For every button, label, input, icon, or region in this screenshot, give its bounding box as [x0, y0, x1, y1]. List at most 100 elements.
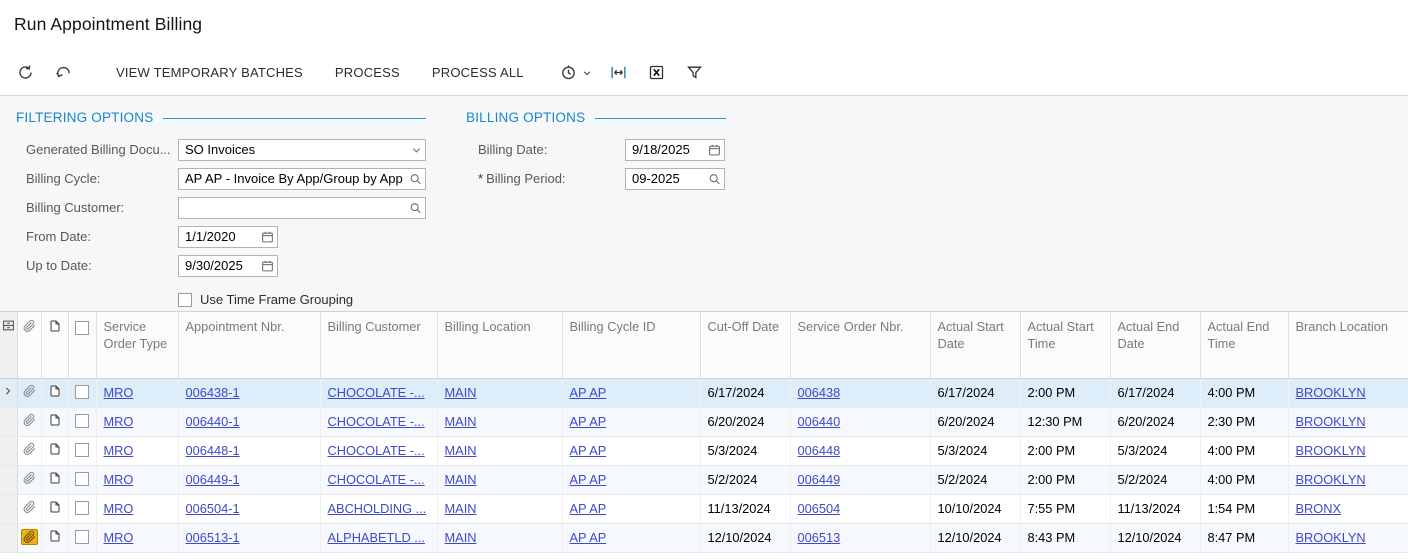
column-header-service_order_nbr[interactable]: Service Order Nbr.: [790, 312, 931, 379]
refresh-button[interactable]: [8, 57, 42, 89]
billing-cycle-input[interactable]: AP AP - Invoice By App/Group by App: [178, 167, 426, 190]
branch_location-link[interactable]: BROOKLYN: [1296, 530, 1366, 545]
process-all-button[interactable]: PROCESS ALL: [416, 57, 540, 88]
column-header-actual_start_date[interactable]: Actual Start Date: [930, 312, 1021, 379]
generated-billing-documents-dropdown[interactable]: SO Invoices: [178, 138, 426, 161]
billing_cycle_id-link[interactable]: AP AP: [570, 501, 607, 516]
note-icon[interactable]: [49, 501, 61, 517]
billing_customer-link[interactable]: ALPHABETLD ...: [328, 530, 425, 545]
service_order_type-link[interactable]: MRO: [104, 385, 134, 400]
paperclip-icon[interactable]: [23, 413, 36, 430]
use-time-frame-grouping-checkbox[interactable]: [178, 292, 192, 307]
branch_location-link[interactable]: BROOKLYN: [1296, 443, 1366, 458]
grid-tools-icon[interactable]: [0, 312, 18, 379]
filter-settings-button[interactable]: [678, 57, 712, 89]
billing_location-link[interactable]: MAIN: [445, 501, 477, 516]
column-header-billing_location[interactable]: Billing Location: [437, 312, 563, 379]
column-header-billing_cycle_id[interactable]: Billing Cycle ID: [562, 312, 701, 379]
service_order_nbr-link[interactable]: 006513: [798, 530, 841, 545]
service_order_nbr-link[interactable]: 006504: [798, 501, 841, 516]
from-date-input[interactable]: 1/1/2020: [178, 225, 278, 248]
billing_location-link[interactable]: MAIN: [445, 443, 477, 458]
undo-button[interactable]: [46, 57, 80, 89]
notes-column-header[interactable]: [41, 312, 69, 379]
billing-date-input[interactable]: 9/18/2025: [625, 138, 725, 161]
billing_customer-link[interactable]: ABCHOLDING ...: [328, 501, 427, 516]
search-icon[interactable]: [409, 201, 422, 214]
search-icon[interactable]: [409, 172, 422, 185]
branch_location-link[interactable]: BROOKLYN: [1296, 385, 1366, 400]
billing-customer-input[interactable]: [178, 196, 426, 219]
billing_customer-link[interactable]: CHOCOLATE -...: [328, 443, 425, 458]
calendar-icon[interactable]: [261, 259, 274, 272]
billing_location-link[interactable]: MAIN: [445, 385, 477, 400]
service_order_nbr-link[interactable]: 006440: [798, 414, 841, 429]
billing_location-link[interactable]: MAIN: [445, 414, 477, 429]
service_order_type-link[interactable]: MRO: [104, 443, 134, 458]
appointment_nbr-link[interactable]: 006438-1: [186, 385, 240, 400]
column-header-billing_customer[interactable]: Billing Customer: [320, 312, 438, 379]
appointment_nbr-link[interactable]: 006513-1: [186, 530, 240, 545]
paperclip-icon[interactable]: [23, 471, 36, 488]
row-checkbox[interactable]: [75, 501, 89, 515]
note-icon[interactable]: [49, 530, 61, 546]
row-checkbox[interactable]: [75, 530, 89, 544]
note-icon[interactable]: [49, 385, 61, 401]
service_order_nbr-link[interactable]: 006449: [798, 472, 841, 487]
search-icon[interactable]: [708, 172, 721, 185]
appointment_nbr-link[interactable]: 006440-1: [186, 414, 240, 429]
billing_customer-link[interactable]: CHOCOLATE -...: [328, 472, 425, 487]
paperclip-icon[interactable]: [23, 442, 36, 459]
billing_location-link[interactable]: MAIN: [445, 472, 477, 487]
calendar-icon[interactable]: [708, 143, 721, 156]
branch_location-link[interactable]: BROOKLYN: [1296, 414, 1366, 429]
appointment_nbr-link[interactable]: 006449-1: [186, 472, 240, 487]
column-header-cut_off_date[interactable]: Cut-Off Date: [700, 312, 791, 379]
paperclip-icon[interactable]: [20, 528, 38, 545]
paperclip-icon[interactable]: [23, 500, 36, 517]
billing_location-link[interactable]: MAIN: [445, 530, 477, 545]
note-icon[interactable]: [49, 472, 61, 488]
service_order_nbr-link[interactable]: 006448: [798, 443, 841, 458]
row-checkbox[interactable]: [75, 443, 89, 457]
billing_cycle_id-link[interactable]: AP AP: [570, 530, 607, 545]
column-header-actual_end_date[interactable]: Actual End Date: [1110, 312, 1201, 379]
select-all-checkbox[interactable]: [75, 321, 89, 335]
schedule-menu-button[interactable]: [554, 57, 598, 89]
service_order_nbr-link[interactable]: 006438: [798, 385, 841, 400]
branch_location-link[interactable]: BRONX: [1296, 501, 1342, 516]
calendar-icon[interactable]: [261, 230, 274, 243]
view-temporary-batches-button[interactable]: VIEW TEMPORARY BATCHES: [100, 57, 319, 88]
process-button[interactable]: PROCESS: [319, 57, 416, 88]
column-header-actual_start_time[interactable]: Actual Start Time: [1020, 312, 1111, 379]
billing_cycle_id-link[interactable]: AP AP: [570, 414, 607, 429]
export-excel-button[interactable]: [640, 57, 674, 89]
service_order_type-link[interactable]: MRO: [104, 472, 134, 487]
appointment_nbr-link[interactable]: 006504-1: [186, 501, 240, 516]
column-header-actual_end_time[interactable]: Actual End Time: [1200, 312, 1289, 379]
column-header-service_order_type[interactable]: Service Order Type: [96, 312, 179, 379]
billing_cycle_id-link[interactable]: AP AP: [570, 472, 607, 487]
service_order_type-link[interactable]: MRO: [104, 501, 134, 516]
note-icon[interactable]: [49, 443, 61, 459]
row-checkbox[interactable]: [75, 472, 89, 486]
billing-period-input[interactable]: 09-2025: [625, 167, 725, 190]
up-to-date-input[interactable]: 9/30/2025: [178, 254, 278, 277]
service_order_type-link[interactable]: MRO: [104, 530, 134, 545]
service_order_type-link[interactable]: MRO: [104, 414, 134, 429]
row-checkbox[interactable]: [75, 385, 89, 399]
billing_cycle_id-link[interactable]: AP AP: [570, 443, 607, 458]
row-checkbox[interactable]: [75, 414, 89, 428]
attachments-column-header[interactable]: [17, 312, 42, 379]
appointment_nbr-link[interactable]: 006448-1: [186, 443, 240, 458]
billing_cycle_id-link[interactable]: AP AP: [570, 385, 607, 400]
billing_customer-link[interactable]: CHOCOLATE -...: [328, 385, 425, 400]
chevron-down-icon[interactable]: [411, 144, 422, 155]
note-icon[interactable]: [49, 414, 61, 430]
paperclip-icon[interactable]: [23, 384, 36, 401]
column-header-branch_location[interactable]: Branch Location: [1288, 312, 1408, 379]
billing_customer-link[interactable]: CHOCOLATE -...: [328, 414, 425, 429]
branch_location-link[interactable]: BROOKLYN: [1296, 472, 1366, 487]
column-header-appointment_nbr[interactable]: Appointment Nbr.: [178, 312, 321, 379]
fit-width-button[interactable]: [602, 57, 636, 89]
